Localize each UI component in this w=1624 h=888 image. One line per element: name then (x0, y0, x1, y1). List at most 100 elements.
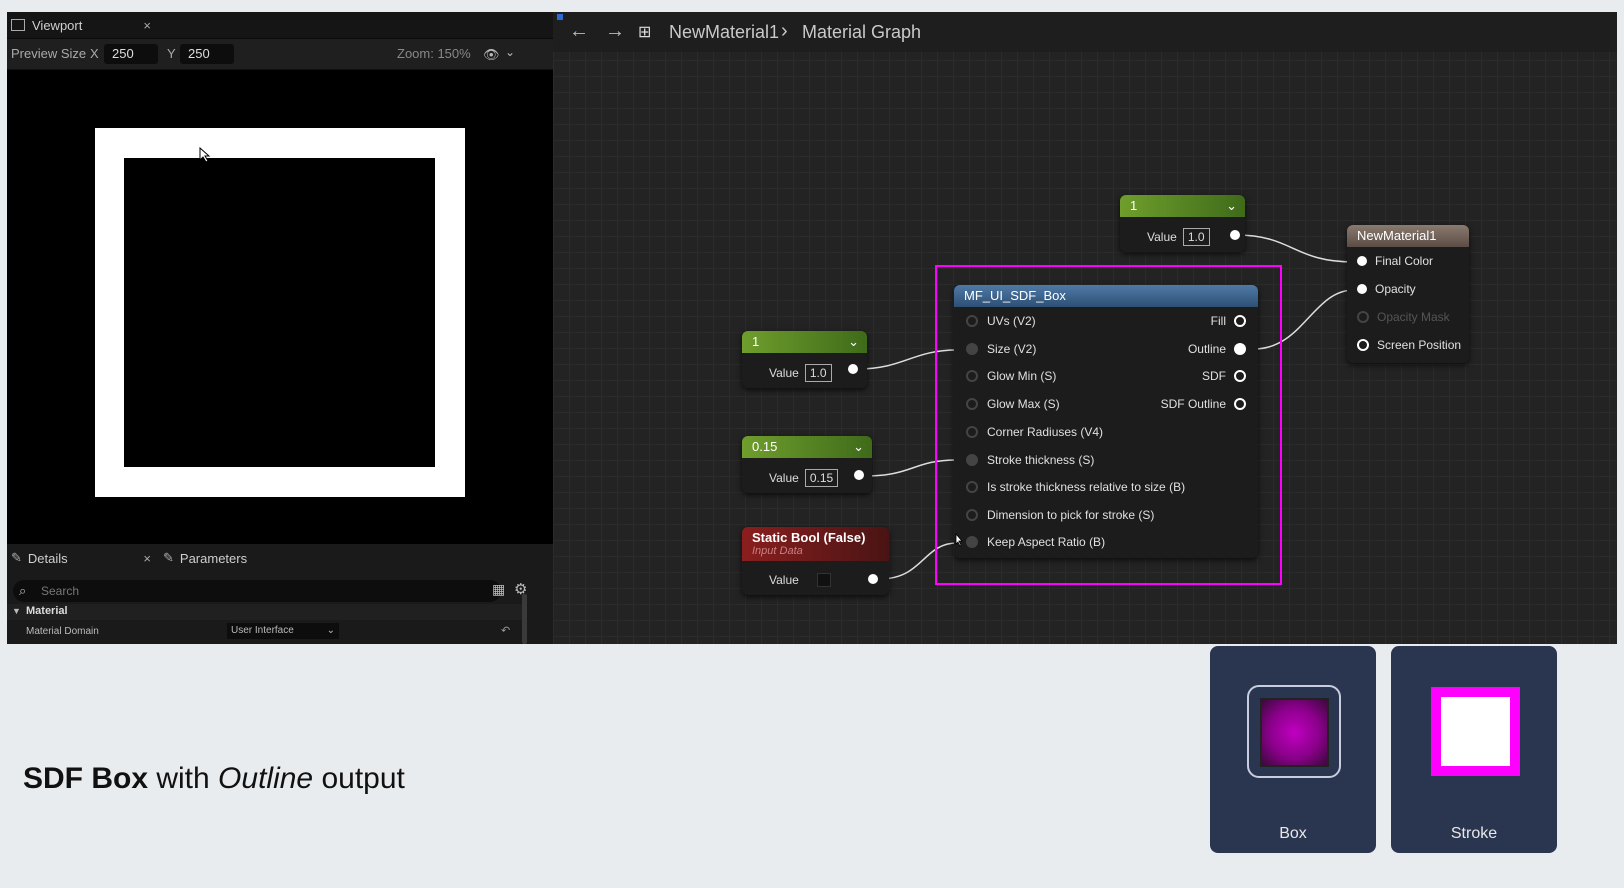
pin-label: Is stroke thickness relative to size (B) (987, 480, 1186, 494)
mouse-cursor-icon (199, 147, 211, 163)
stroke-preview-swatch (1431, 687, 1520, 776)
input-pin-row[interactable]: Dimension to pick for stroke (S) (966, 507, 1154, 523)
sdf-node-title: MF_UI_SDF_Box (964, 288, 1066, 303)
value-field[interactable]: 1.0 (1182, 228, 1210, 246)
input-pin[interactable] (966, 398, 978, 410)
card-label: Stroke (1450, 825, 1498, 842)
value-field[interactable]: 0.15 (804, 469, 839, 487)
search-input[interactable]: Search (13, 580, 501, 602)
pin-label: SDF Outline (1160, 397, 1226, 411)
table-view-icon[interactable]: ▦ (492, 581, 505, 598)
close-icon[interactable]: × (143, 551, 151, 566)
output-pin[interactable] (1234, 343, 1246, 355)
input-pin[interactable] (966, 509, 978, 521)
output-pin-row[interactable]: SDF (1202, 368, 1246, 384)
mouse-cursor-icon (955, 533, 963, 547)
section-material-label: Material (26, 605, 68, 617)
chevron-down-icon[interactable]: ⌄ (848, 331, 859, 353)
output-pin-row[interactable]: Outline (1188, 341, 1246, 357)
material-domain-select[interactable]: User Interface ⌄ (227, 623, 339, 639)
card-label: Box (1279, 825, 1307, 842)
value-label: Value (769, 573, 799, 587)
input-pin-row[interactable]: Size (V2) (966, 341, 1036, 357)
input-pin-row[interactable]: Glow Max (S) (966, 396, 1060, 412)
input-pin-row[interactable]: Opacity Mask (1357, 310, 1450, 324)
preview-y-field[interactable]: 250 (180, 44, 234, 64)
input-pin-row[interactable]: Final Color (1357, 254, 1433, 268)
output-pin[interactable] (848, 364, 858, 374)
preview-toolbar: Preview Size X 250 Y 250 Zoom: 150% 👁 ⌄ (7, 39, 553, 69)
pin-label: Keep Aspect Ratio (B) (987, 535, 1106, 549)
output-pin[interactable] (1234, 398, 1246, 410)
tab-viewport[interactable]: Viewport × (11, 12, 151, 38)
chevron-down-icon[interactable]: ⌄ (1226, 195, 1237, 217)
output-pin[interactable] (854, 470, 864, 480)
caption-bold: SDF Box (23, 762, 149, 795)
value-row: Value 1.0 (1147, 228, 1210, 246)
input-pin[interactable] (1357, 311, 1369, 323)
box-preview-swatch (1260, 698, 1329, 767)
input-pin[interactable] (1357, 256, 1367, 266)
constant-title: 0.15 (752, 439, 778, 454)
close-icon[interactable]: × (143, 18, 151, 33)
input-pin-row[interactable]: Opacity (1357, 282, 1416, 296)
material-graph[interactable]: ← → ⊞ NewMaterial1 › Material Graph 1 ⌄ … (553, 12, 1617, 644)
constant-title: 1 (752, 334, 760, 349)
details-scrollbar[interactable] (522, 594, 527, 644)
input-pin-row[interactable]: Is stroke thickness relative to size (B) (966, 479, 1185, 495)
output-pin-row[interactable]: Fill (1211, 313, 1246, 329)
input-pin-row[interactable]: Keep Aspect Ratio (B) (966, 534, 1105, 550)
material-node-title: NewMaterial1 (1357, 228, 1437, 243)
output-pin[interactable] (1234, 315, 1246, 327)
chevron-down-icon[interactable]: ⌄ (505, 45, 515, 59)
material-section-header[interactable]: ▼ Material (7, 604, 527, 620)
constant-node-top[interactable]: 1 ⌄ Value 1.0 (1120, 195, 1245, 252)
static-bool-node[interactable]: Static Bool (False) Input Data Value (742, 527, 889, 595)
caption: SDF Box with Outline output (23, 762, 405, 796)
input-pin[interactable] (966, 370, 978, 382)
pin-label: Screen Position (1377, 338, 1462, 352)
input-pin-row[interactable]: Stroke thickness (S) (966, 452, 1094, 468)
input-pin[interactable] (966, 315, 978, 327)
input-pin[interactable] (966, 536, 978, 548)
output-pin[interactable] (868, 574, 878, 584)
tab-viewport-label: Viewport (32, 17, 83, 33)
y-label: Y (167, 46, 176, 61)
material-result-node[interactable]: NewMaterial1 Final Color Opacity Opacity… (1347, 225, 1469, 363)
reset-arrow-icon[interactable]: ↶ (501, 624, 510, 637)
pin-label: Glow Min (S) (987, 369, 1057, 383)
material-node-header: NewMaterial1 (1347, 225, 1469, 247)
tab-parameters[interactable]: ✎ Parameters (163, 544, 247, 572)
eye-icon[interactable]: 👁 (483, 47, 500, 63)
output-pin-row[interactable]: SDF Outline (1161, 396, 1246, 412)
input-pin[interactable] (1357, 284, 1367, 294)
caption-mid: with (148, 762, 219, 795)
triangle-down-icon: ▼ (12, 606, 21, 616)
value-field[interactable]: 1.0 (804, 364, 832, 382)
tab-details[interactable]: ✎ Details × (11, 544, 151, 572)
preview-canvas[interactable] (7, 70, 553, 544)
pin-label: Opacity (1375, 282, 1416, 296)
input-pin-row[interactable]: Corner Radiuses (V4) (966, 424, 1103, 440)
value-label: Value (769, 471, 799, 485)
input-pin-row[interactable]: Screen Position (1357, 338, 1461, 352)
output-pin[interactable] (1230, 230, 1240, 240)
bool-checkbox[interactable] (816, 573, 831, 587)
input-pin[interactable] (966, 343, 978, 355)
input-pin-row[interactable]: Glow Min (S) (966, 368, 1056, 384)
input-pin-row[interactable]: UVs (V2) (966, 313, 1036, 329)
output-pin[interactable] (1234, 370, 1246, 382)
preview-x-field[interactable]: 250 (104, 44, 158, 64)
input-pin[interactable] (966, 481, 978, 493)
search-icon: ⌕ (19, 583, 27, 598)
constant-title: 1 (1130, 198, 1138, 213)
chevron-down-icon[interactable]: ⌄ (853, 436, 864, 458)
input-pin[interactable] (1357, 339, 1369, 351)
constant-node-stroke[interactable]: 0.15 ⌄ Value 0.15 (742, 436, 872, 493)
sdf-box-node[interactable]: MF_UI_SDF_Box UVs (V2) Size (V2) Glow Mi… (954, 285, 1258, 558)
input-pin[interactable] (966, 454, 978, 466)
preview-size-label: Preview Size (11, 46, 87, 61)
constant-node-size[interactable]: 1 ⌄ Value 1.0 (742, 331, 867, 388)
caption-italic: Outline (218, 762, 314, 795)
input-pin[interactable] (966, 426, 978, 438)
